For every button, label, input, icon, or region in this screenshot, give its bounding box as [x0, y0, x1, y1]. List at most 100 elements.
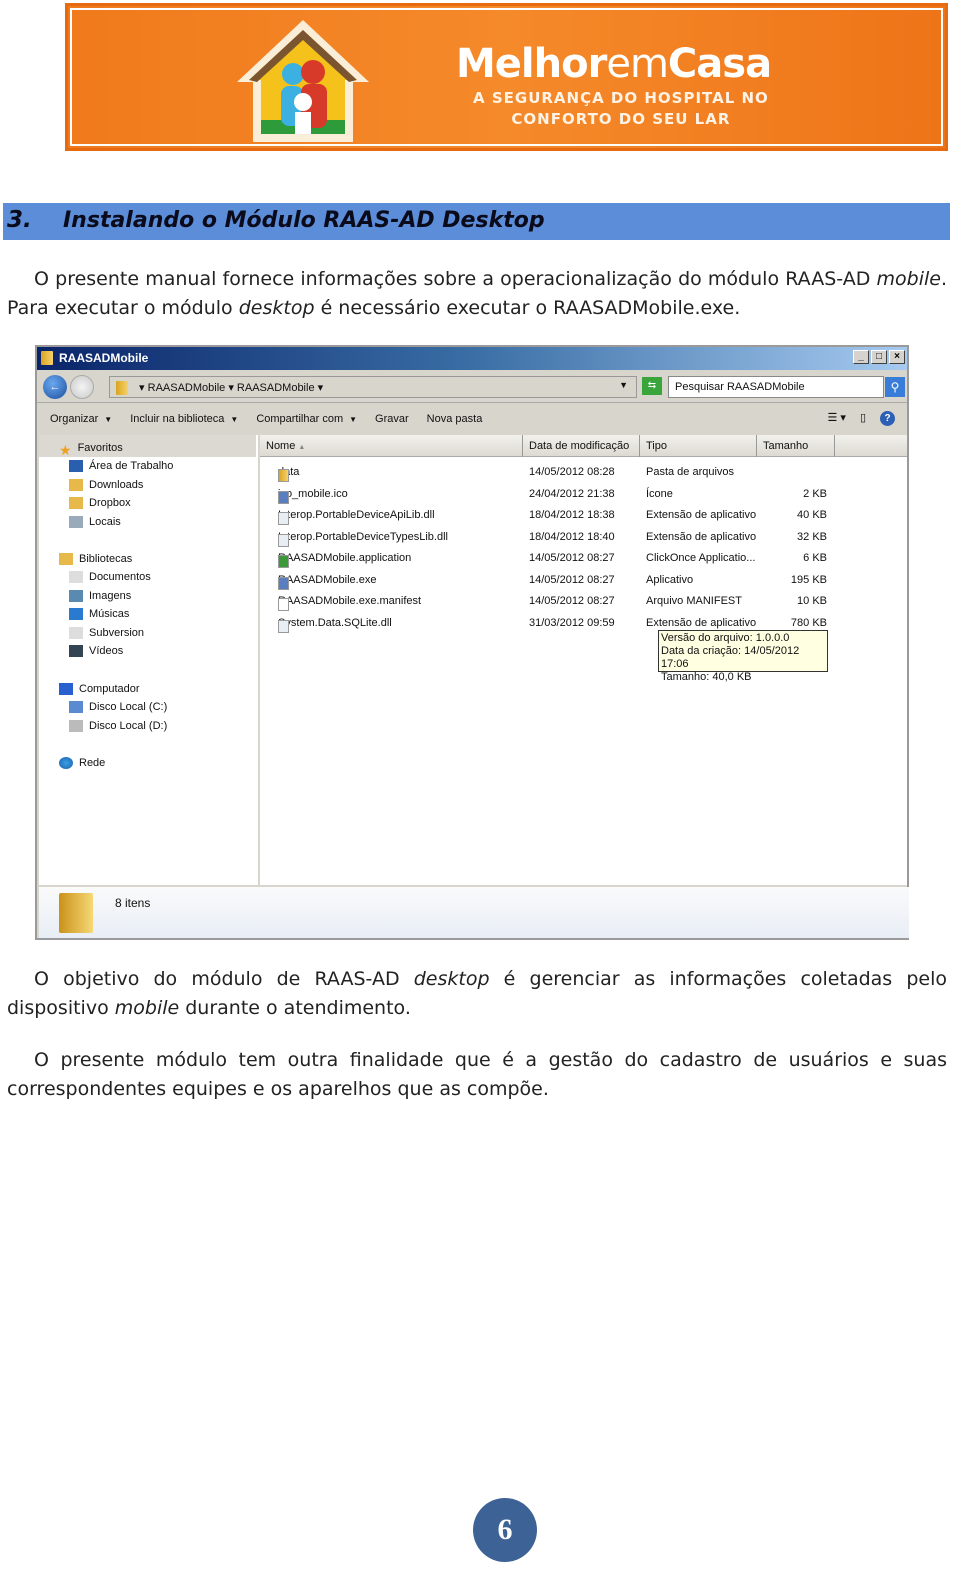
file-date: 18/04/2012 18:40 [529, 530, 615, 543]
file-name: RAASADMobile.exe.manifest [278, 595, 422, 607]
column-headers: Nome ▲ Data de modificação Tipo Tamanho [260, 435, 907, 457]
file-size: 780 KB [790, 616, 827, 629]
melhor-em-casa-banner: MelhoremCasa A SEGURANÇA DO HOSPITAL NO C… [65, 3, 948, 151]
file-row[interactable]: Interop.PortableDeviceTypesLib.dll 18/04/… [260, 528, 900, 548]
file-size: 2 KB [803, 487, 827, 500]
nav-item[interactable]: Subversion [69, 627, 144, 639]
nav-favoritos[interactable]: ★ Favoritos [59, 442, 123, 459]
file-file-icon [278, 598, 289, 611]
file-type: Pasta de arquivos [646, 466, 735, 478]
help-icon[interactable]: ? [880, 411, 895, 426]
nav-item[interactable]: Músicas [69, 608, 129, 621]
folder-icon [59, 893, 93, 933]
nav-item[interactable]: Documentos [69, 571, 151, 584]
objective-paragraph: O objetivo do módulo de RAAS-AD desktop … [7, 968, 947, 1019]
file-row[interactable]: Interop.PortableDeviceApiLib.dll 18/04/20… [260, 506, 900, 526]
house-family-logo [237, 20, 369, 142]
minimize-button[interactable]: _ [853, 350, 869, 364]
navigation-pane: ★ Favoritos Bibliotecas Computador Rede Á… [39, 435, 258, 885]
network-icon [59, 757, 73, 770]
file-type: Extensão de aplicativo [646, 530, 757, 543]
brand-name: MelhoremCasa [456, 41, 772, 87]
column-header-type[interactable]: Tipo [640, 435, 757, 457]
nav-item[interactable]: Disco Local (D:) [69, 720, 167, 732]
nav-computador[interactable]: Computador [59, 683, 140, 696]
file-size: 10 KB [797, 595, 827, 607]
file-size: 195 KB [790, 573, 827, 586]
file-row[interactable]: RAASADMobile.exe.manifest 14/05/2012 08:2… [260, 592, 900, 612]
sort-arrow-icon: ▲ [298, 444, 306, 451]
nav-item[interactable]: Locais [69, 516, 121, 528]
nav-item-label: Vídeos [89, 645, 124, 658]
breadcrumb-item[interactable]: RAASADMobile [148, 382, 226, 394]
nav-item-icon [69, 645, 83, 658]
nav-item-icon [69, 571, 83, 584]
file-date: 31/03/2012 09:59 [529, 616, 615, 629]
preview-pane-icon[interactable]: ▯ [860, 411, 866, 426]
nav-item-label: Disco Local (D:) [89, 719, 168, 732]
window-title: RAASADMobile [59, 351, 149, 365]
file-date: 14/05/2012 08:27 [529, 552, 615, 564]
nav-item-icon [69, 608, 83, 621]
view-options-icon[interactable]: ☰ ▾ [827, 411, 845, 426]
nav-bibliotecas[interactable]: Bibliotecas [59, 553, 132, 566]
column-header-date[interactable]: Data de modificação [523, 435, 640, 457]
address-bar-row: ← ▾ RAASADMobile ▾ RAASADMobile ▾ ▼ ⇆ Pe… [37, 370, 907, 403]
folder-icon [41, 351, 53, 365]
refresh-icon[interactable]: ⇆ [642, 377, 662, 395]
nav-item-label: Locais [89, 515, 121, 528]
file-row[interactable]: data14/05/2012 08:28Pasta de arquivos [260, 463, 900, 483]
back-arrow-icon[interactable]: ← [43, 375, 67, 399]
nav-item-icon [69, 478, 83, 491]
nav-item[interactable]: Área de Trabalho [69, 460, 174, 473]
nav-item-icon [69, 701, 83, 714]
forward-arrow-icon[interactable] [70, 375, 94, 399]
new-folder-button[interactable]: Nova pasta [427, 413, 483, 425]
file-date: 14/05/2012 08:28 [529, 466, 615, 478]
file-name: Interop.PortableDeviceTypesLib.dll [278, 530, 448, 543]
nav-item-label: Área de Trabalho [89, 460, 174, 472]
nav-item-icon [69, 626, 83, 639]
file-date: 24/04/2012 21:38 [529, 487, 615, 500]
libraries-icon [59, 553, 73, 566]
breadcrumb-item[interactable]: RAASADMobile [237, 382, 315, 394]
search-input[interactable]: Pesquisar RAASADMobile [668, 376, 884, 398]
dll-file-icon [278, 512, 289, 525]
search-icon[interactable]: ⚲ [885, 377, 905, 397]
intro-paragraph: O presente manual fornece informações so… [7, 268, 947, 319]
nav-item[interactable]: Downloads [69, 479, 143, 491]
burn-button[interactable]: Gravar [375, 413, 409, 425]
nav-item[interactable]: Vídeos [69, 645, 124, 658]
file-row[interactable]: ico_mobile.ico 24/04/2012 21:38 Ícone 2 KB [260, 485, 900, 505]
purpose-paragraph: O presente módulo tem outra finalidade q… [7, 1049, 947, 1100]
nav-rede[interactable]: Rede [59, 757, 105, 770]
nav-item[interactable]: Dropbox [69, 497, 131, 510]
close-button[interactable]: × [889, 350, 905, 364]
maximize-button[interactable]: □ [871, 350, 887, 364]
file-row[interactable]: RAASADMobile.application 14/05/2012 08:27… [260, 549, 900, 569]
nav-item-label: Documentos [89, 571, 151, 583]
column-header-name[interactable]: Nome ▲ [260, 435, 523, 457]
column-header-size[interactable]: Tamanho [757, 435, 835, 457]
app-file-icon [278, 490, 289, 504]
file-row[interactable]: RAASADMobile.exe 14/05/2012 08:27 Aplicati… [260, 571, 900, 591]
share-with-menu[interactable]: Compartilhar com ▼ [256, 413, 357, 425]
include-library-menu[interactable]: Incluir na biblioteca ▼ [130, 413, 238, 425]
file-list: Nome ▲ Data de modificação Tipo Tamanho … [260, 435, 907, 885]
page-number: 6 [473, 1498, 537, 1562]
folder-file-icon [278, 469, 289, 482]
file-date: 14/05/2012 08:27 [529, 595, 615, 607]
section-title: Instalando o Módulo RAAS-AD Desktop [63, 208, 545, 233]
app-file-icon [278, 576, 289, 590]
chevron-down-icon[interactable]: ▼ [619, 380, 628, 390]
computer-icon [59, 683, 73, 696]
nav-item-label: Disco Local (C:) [89, 701, 168, 713]
file-date: 14/05/2012 08:27 [529, 573, 615, 586]
organize-menu[interactable]: Organizar ▼ [50, 413, 112, 425]
nav-item[interactable]: Imagens [69, 590, 131, 602]
nav-item[interactable]: Disco Local (C:) [69, 701, 168, 714]
breadcrumb[interactable]: ▾ RAASADMobile ▾ RAASADMobile ▾ ▼ [109, 376, 637, 398]
nav-item-icon [69, 497, 83, 510]
star-icon: ★ [59, 442, 72, 459]
file-date: 18/04/2012 18:38 [529, 509, 615, 521]
